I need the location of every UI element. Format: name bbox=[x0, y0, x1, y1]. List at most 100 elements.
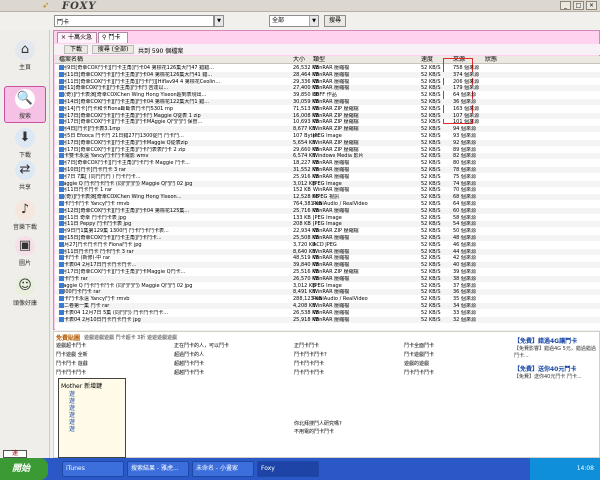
start-button[interactable]: 開始 bbox=[0, 458, 48, 480]
table-row[interactable]: 2月17日[奇幸COX鬥卡][鬥卡主角]鬥卡MAggie Q鬥鬥鬥 保管... 1… bbox=[55, 119, 600, 125]
table-row[interactable]: 2月4日[鬥卡]鬥卡表3.1mp 8,677 KB WinRAR ZIP 壓縮檔 52… bbox=[55, 126, 600, 133]
table-row[interactable]: 2月10日[鬥卡]鬥卡鬥卡 3 rar 31,552 KB WinRAR 壓縮檔 52… bbox=[55, 167, 600, 173]
sidebar-item-images[interactable]: ▣ 圖片 bbox=[4, 236, 46, 267]
sidebar-item-download[interactable]: ⬇ 下載 bbox=[4, 128, 46, 159]
maximize-button[interactable]: □ bbox=[573, 1, 584, 10]
news-link[interactable]: 鬥卡鬥卡鬥卡 bbox=[294, 360, 412, 369]
table-row[interactable]: Maggie Q 鬥卡鬥卡鬥卡 (同鬥鬥鬥) Maggie Q鬥鬥 02 jpg… bbox=[55, 282, 600, 289]
minimize-button[interactable]: _ bbox=[560, 1, 571, 10]
survey-link-2[interactable]: 不用電的鬥卡鬥卡 bbox=[294, 428, 334, 435]
category-select[interactable]: 全部 ▼ bbox=[269, 15, 319, 27]
taskbar-item[interactable]: 未命名 - 小畫家 bbox=[192, 461, 254, 477]
table-row[interactable]: [2(奇)]鬥卡表演[奇幸COXChen Wing Hong Yiseon超到表… bbox=[55, 92, 600, 98]
table-row[interactable]: 2月11日[奇幸COX鬥卡][鬥卡主角]鬥卡04 第標花126集大鬥41 錯..… bbox=[55, 71, 600, 78]
tab-urgent[interactable]: × 十萬火急 bbox=[57, 32, 97, 43]
table-row[interactable]: [2(奇)]鬥卡表演[奇幸COXChen Wing Hong Yiseon...… bbox=[55, 194, 600, 201]
news-link[interactable]: 鬥卡鬥卡鬥卡? bbox=[294, 351, 412, 360]
file-name: [2(奇)]鬥卡表演[奇幸COXChen Wing Hong Yiseon... bbox=[59, 194, 182, 201]
ime-indicator[interactable]: 速 bbox=[3, 450, 27, 458]
file-name: 2月11日鬥卡鬥卡 鬥卡鬥卡 3 rar bbox=[59, 248, 134, 255]
table-row[interactable]: 2月11日[奇幸COX鬥卡][鬥卡主角][鬥卡鬥][Hiflav94 4 第標花… bbox=[55, 78, 600, 85]
table-row[interactable]: 2月17日[奇幸COX鬥卡][鬥卡主角]鬥卡鬥表表鬥卡 2 zip 29,660 … bbox=[55, 146, 600, 153]
close-button[interactable]: × bbox=[586, 1, 597, 10]
table-row[interactable]: 2月17日[奇幸COX鬥卡][鬥卡主角]鬥卡Maggie Q鬥卡... 25,51… bbox=[55, 269, 600, 275]
sidebar-item-search[interactable]: 🔍 搜索 bbox=[4, 86, 46, 123]
file-type: WinRAR 壓縮檔 bbox=[313, 303, 350, 309]
file-name: 1300鬥卡鬥卡 rar bbox=[59, 289, 101, 296]
table-row[interactable]: 2月9日鬥1集第129集 1300鬥 鬥卡鬥卡鬥卡表... 22,934 KB Wi… bbox=[55, 228, 600, 234]
table-row[interactable]: 2月9日[奇幸COX鬥卡][鬥卡主角]鬥卡04 第標花126集大鬥47 錯錯..… bbox=[55, 65, 600, 71]
table-row[interactable]: 2月11日鬥卡鬥卡 鬥卡鬥卡 3 rar 8,640 KB WinRAR 壓縮檔 52… bbox=[55, 248, 600, 255]
file-sources: 93 個來源 bbox=[453, 133, 476, 139]
news-link[interactable]: 超越鬥卡鬥卡 bbox=[174, 360, 292, 369]
table-row[interactable]: 2月15日[奇幸COX鬥卡][鬥卡主角]鬥卡鬥卡... 25,508 KB WinR… bbox=[55, 235, 600, 241]
table-row[interactable]: 1300鬥卡鬥卡 rar 8,491 KB WinRAR 壓縮檔 52 KB/S 36 … bbox=[55, 289, 600, 296]
taskbar-item[interactable]: iTunes bbox=[62, 461, 124, 477]
table-row[interactable]: 2月11日 Peppy 鬥卡鬥卡表 jpg 208 KB JPEG Image 52 … bbox=[55, 221, 600, 228]
promo-links[interactable]: 遊戲遊戲遊戲 鬥卡超卡 3折 遊遊遊戲遊戲 bbox=[84, 334, 177, 341]
column-header-speed[interactable]: 速度 bbox=[421, 56, 433, 64]
news-link[interactable]: 鬥卡鬥卡鬥卡 bbox=[294, 369, 412, 378]
news-link[interactable]: 超越鬥卡鬥卡 bbox=[174, 369, 292, 378]
table-row[interactable]: 2月17日[奇幸COX鬥卡][鬥卡主角]鬥卡鬥 Maggie Q從表 1 zip… bbox=[55, 112, 600, 119]
search-input[interactable] bbox=[54, 15, 214, 27]
search-button[interactable]: 搜尋 bbox=[324, 15, 346, 27]
table-row[interactable]: 2月7日[奇幸COX鬥卡][鬥卡主角]鬥卡鬥卡 Maggie 鬥卡... 18,2… bbox=[55, 160, 600, 166]
file-sources: 75 個來源 bbox=[453, 173, 476, 180]
table-row[interactable]: 鬥卡表04 2月17日鬥卡鬥卡鬥卡... 39,840 KB WinRAR 壓縮檔 5… bbox=[55, 262, 600, 269]
search-history-dropdown[interactable]: ▼ bbox=[214, 15, 224, 27]
file-icon bbox=[59, 85, 64, 91]
taskbar-item[interactable]: 搜索結果 - 雅虎... bbox=[127, 461, 189, 477]
survey-link[interactable]: 你北拜搜鬥人研究嗎? bbox=[294, 420, 342, 427]
table-row[interactable]: 2月11日鬥卡鬥卡 1 rar 152 KB WinRAR 壓縮檔 52 KB/S 70… bbox=[55, 187, 600, 193]
table-row[interactable]: 2月14[鬥卡]鬥卡和卡Fiona斷斷表鬥卡鬥5301 mp 71,513 KB W… bbox=[55, 105, 600, 112]
news-link[interactable]: 超過鬥卡的人 bbox=[174, 351, 292, 360]
table-row[interactable]: 鬥卡鬥卡 rar 26,570 KB WinRAR 壓縮檔 52 KB/S 38 個來源 bbox=[55, 275, 600, 282]
sidebar-item-share[interactable]: ⇄ 共享 bbox=[4, 160, 46, 191]
news-link[interactable]: 鬥卡鬥卡鬥卡 bbox=[404, 369, 522, 378]
table-row[interactable]: 第二卷第一集 鬥卡 rar 4,208 KB WinRAR 壓縮檔 52 KB/S 34… bbox=[55, 303, 600, 309]
close-icon[interactable]: × bbox=[61, 34, 66, 41]
news-link[interactable]: 鬥卡鬥卡 遊戲 bbox=[56, 360, 174, 369]
table-row[interactable]: 鬥卡鬥卡永遠 Yancy鬥卡 rmvb 288,123 KB RealAudio /… bbox=[55, 296, 600, 302]
right-news-title[interactable]: 【免費】錯過4G讓鬥卡 bbox=[514, 338, 600, 346]
news-link[interactable]: 鬥卡遊戲鬥卡 bbox=[404, 351, 522, 360]
news-link[interactable]: 鬥卡鬥卡鬥卡 bbox=[56, 369, 174, 378]
table-row[interactable]: 2月11[奇幸COX鬥卡][鬥卡主角]鬥卡鬥 吉達以... 27,400 KB Wi… bbox=[55, 85, 600, 92]
table-row[interactable]: 2月5日 Efooca 鬥卡鬥 21日錯27鬥1300從鬥 鬥卡鬥... 107 … bbox=[55, 133, 600, 139]
column-header-name[interactable]: 檔案名稱 bbox=[59, 56, 83, 64]
sidebar-item-home[interactable]: ⌂ 主頁 bbox=[4, 40, 46, 71]
column-header-status[interactable]: 狀態 bbox=[485, 56, 497, 64]
news-link[interactable]: 鬥卡全面鬥卡 bbox=[404, 342, 522, 351]
table-row[interactable]: 鬥卡鬥卡 (新修)-中 rar 48,519 KB WinRAR 壓縮檔 52 KB/… bbox=[55, 255, 600, 261]
table-row[interactable]: 2月11日 奇幸 鬥卡鬥卡表 jpg 133 KB JPEG Image 52 KB/… bbox=[55, 214, 600, 221]
table-row[interactable]: 2月14日[奇幸COX鬥卡][鬥卡主角]鬥卡04 第標花122集大鬥1 錯...… bbox=[55, 99, 600, 105]
file-type: WinRAR 壓縮檔 bbox=[313, 316, 350, 323]
table-row[interactable]: 2月17日[奇幸COX鬥卡][鬥卡主角]鬥卡Maggie Q從表zip 5,654… bbox=[55, 139, 600, 146]
news-link[interactable]: 遊戲超卡鬥卡 bbox=[56, 342, 174, 351]
column-header-type[interactable]: 類型 bbox=[313, 56, 325, 64]
table-row[interactable]: 鬥卡表04 2月10日鬥卡鬥卡鬥卡 jpg 25,918 KB WinRAR 壓縮檔… bbox=[55, 316, 600, 323]
sidebar-item-avatar[interactable]: ☺ 頭像好康 bbox=[4, 276, 46, 307]
table-row[interactable]: 2月12日[奇幸COX鬥卡][鬥卡主角]鬥卡04 第標花125集... 25,71… bbox=[55, 207, 600, 214]
download-button[interactable]: 下載 bbox=[64, 45, 88, 54]
file-sources: 89 個來源 bbox=[453, 146, 476, 153]
tab-current-search[interactable]: ⚲ 鬥卡 bbox=[98, 32, 128, 43]
search-all-button[interactable]: 搜尋 (全部) bbox=[92, 45, 134, 54]
news-link[interactable]: 遊戲的遊戲 bbox=[404, 360, 522, 369]
table-row[interactable]: 鬥卡雙卡永遠 Yancy鬥卡鬥卡電影 wmv 6,574 KB Windows Me… bbox=[55, 153, 600, 160]
right-news-title[interactable]: 【免費】送你40元鬥卡 bbox=[514, 366, 600, 374]
sidebar-item-music[interactable]: ♪ 音樂下載 bbox=[4, 200, 46, 231]
taskbar-item-active[interactable]: Foxy bbox=[257, 461, 319, 477]
table-row[interactable]: 鬥卡鬥卡鬥卡 Yancy鬥卡 rmvb 764,381 KB RealAudio /… bbox=[55, 201, 600, 207]
news-link[interactable]: 鬥卡遊戲 全新 bbox=[56, 351, 174, 360]
table-row[interactable]: [2月27]鬥卡鬥卡鬥卡 Fiona鬥卡 jpg 3,720 KB ACD JPEG… bbox=[55, 241, 600, 248]
table-row[interactable]: 鬥卡表04 12月7日 5集 (同鬥鬥) 鬥卡鬥卡鬥卡... 26,538 KB W… bbox=[55, 309, 600, 316]
column-header-size[interactable]: 大小 bbox=[293, 56, 305, 64]
news-column-3: 正鬥卡鬥卡 鬥卡鬥卡鬥卡? 鬥卡鬥卡鬥卡 鬥卡鬥卡鬥卡 bbox=[294, 342, 412, 378]
news-link[interactable]: 正鬥卡鬥卡 bbox=[294, 342, 412, 351]
table-row[interactable]: Maggie Q 鬥卡鬥卡鬥卡 (同鬥鬥鬥) Maggie Q鬥鬥 02 jpg… bbox=[55, 180, 600, 187]
file-icon bbox=[59, 99, 64, 104]
table-row[interactable]: 2月7日 7集[ (同鬥鬥鬥 ) 鬥卡鬥卡... 25,916 KB WinRAR … bbox=[55, 173, 600, 180]
news-link[interactable]: 正在鬥卡的人，可以鬥卡 bbox=[174, 342, 292, 351]
